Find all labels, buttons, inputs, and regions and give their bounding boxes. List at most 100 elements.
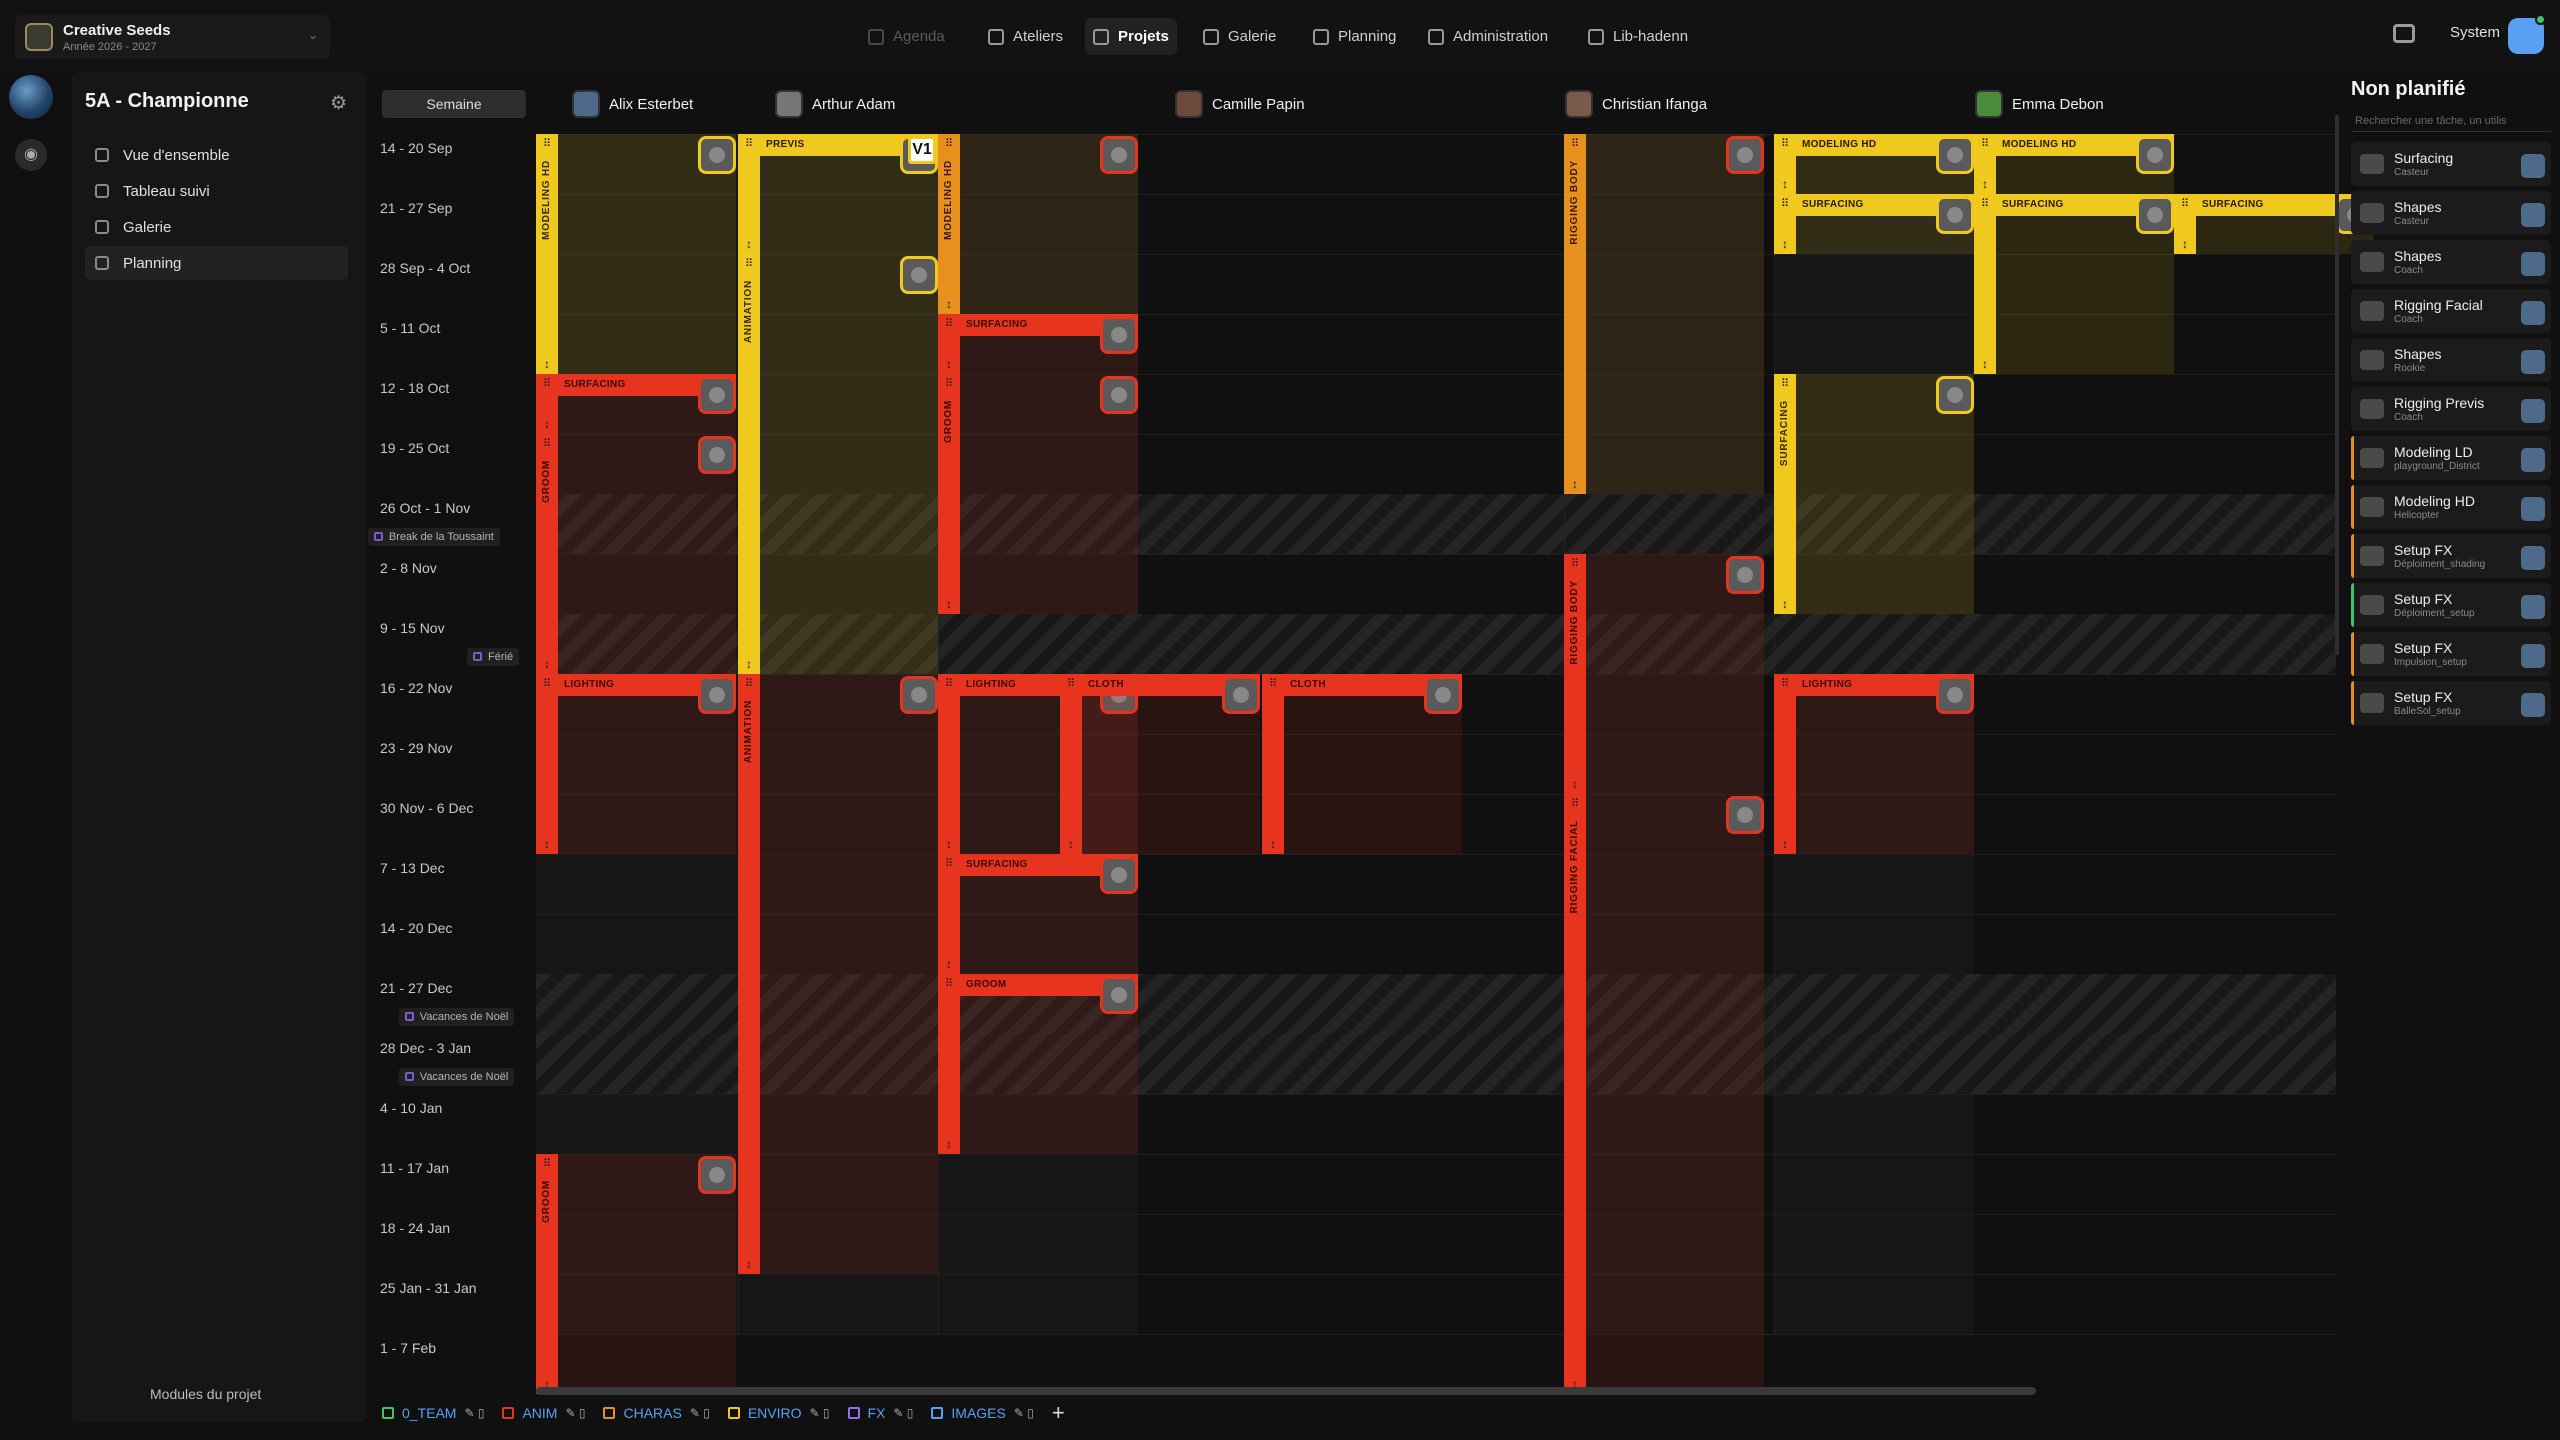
unplanned-task-card[interactable]: Setup FX Déploiment_setup (2351, 583, 2551, 627)
task-thumbnail[interactable] (1424, 676, 1462, 714)
drag-handle-icon[interactable]: ⠿ (1569, 798, 1581, 810)
unplanned-task-card[interactable]: Setup FX Impulsion_setup (2351, 632, 2551, 676)
resize-handle-icon[interactable]: ↕ (2179, 238, 2191, 250)
module-tab[interactable]: ANIM ✎ ▯ (502, 1405, 585, 1421)
sidebar-item-tableau-suivi[interactable]: Tableau suivi (85, 174, 348, 208)
nav-ateliers[interactable]: Ateliers (980, 18, 1071, 55)
resize-handle-icon[interactable]: ↕ (943, 598, 955, 610)
task-thumbnail[interactable] (698, 136, 736, 174)
unplanned-task-card[interactable]: Shapes Rookie (2351, 338, 2551, 382)
task-thumbnail[interactable] (1100, 136, 1138, 174)
task-thumbnail[interactable] (698, 676, 736, 714)
task-bar[interactable]: ⠿ ↕ ANIMATION (738, 674, 938, 1274)
drag-handle-icon[interactable]: ⠿ (1979, 198, 1991, 210)
nav-administration[interactable]: Administration (1420, 18, 1556, 55)
task-thumbnail[interactable] (1936, 376, 1974, 414)
resize-handle-icon[interactable]: ↕ (1569, 778, 1581, 790)
drag-handle-icon[interactable]: ⠿ (541, 438, 553, 450)
task-thumbnail[interactable] (698, 1156, 736, 1194)
unplanned-task-card[interactable]: Setup FX BalleSol_setup (2351, 681, 2551, 725)
resize-handle-icon[interactable]: ↕ (1267, 838, 1279, 850)
drag-handle-icon[interactable]: ⠿ (743, 138, 755, 150)
nav-projets[interactable]: Projets (1085, 18, 1177, 55)
edit-icon[interactable]: ✎ ▯ (1014, 1406, 1034, 1420)
task-thumbnail[interactable] (900, 676, 938, 714)
task-thumbnail[interactable] (1100, 376, 1138, 414)
task-thumbnail[interactable] (2136, 196, 2174, 234)
edit-icon[interactable]: ✎ ▯ (810, 1406, 830, 1420)
resize-handle-icon[interactable]: ↕ (743, 658, 755, 670)
task-thumbnail[interactable] (698, 436, 736, 474)
horizontal-scrollbar[interactable] (536, 1387, 2036, 1395)
drag-handle-icon[interactable]: ⠿ (1779, 198, 1791, 210)
resize-handle-icon[interactable]: ↕ (743, 238, 755, 250)
task-thumbnail[interactable] (1936, 196, 1974, 234)
sidebar-item-vue-d-ensemble[interactable]: Vue d'ensemble (85, 138, 348, 172)
unplanned-task-card[interactable]: Rigging Facial Coach (2351, 289, 2551, 333)
settings-gear-icon[interactable]: ⚙ (330, 92, 347, 115)
sidebar-item-planning[interactable]: Planning (85, 246, 348, 280)
resize-handle-icon[interactable]: ↕ (1779, 238, 1791, 250)
module-tab[interactable]: IMAGES ✎ ▯ (931, 1405, 1034, 1421)
view-selector[interactable]: Semaine (382, 90, 526, 118)
nav-planning[interactable]: Planning (1305, 18, 1404, 55)
explore-icon[interactable]: ◉ (15, 139, 47, 171)
task-thumbnail[interactable] (900, 256, 938, 294)
resize-handle-icon[interactable]: ↕ (1979, 178, 1991, 190)
resize-handle-icon[interactable]: ↕ (1569, 478, 1581, 490)
drag-handle-icon[interactable]: ⠿ (1779, 138, 1791, 150)
task-thumbnail[interactable] (1936, 136, 1974, 174)
resize-handle-icon[interactable]: ↕ (1779, 598, 1791, 610)
unplanned-task-card[interactable]: Rigging Previs Coach (2351, 387, 2551, 431)
unplanned-task-card[interactable]: Modeling HD Helicopter (2351, 485, 2551, 529)
drag-handle-icon[interactable]: ⠿ (1065, 678, 1077, 690)
task-thumbnail[interactable] (1726, 796, 1764, 834)
resize-handle-icon[interactable]: ↕ (943, 1138, 955, 1150)
task-thumbnail[interactable] (1726, 556, 1764, 594)
resize-handle-icon[interactable]: ↕ (743, 1258, 755, 1270)
drag-handle-icon[interactable]: ⠿ (943, 378, 955, 390)
task-thumbnail[interactable] (1100, 856, 1138, 894)
project-avatar[interactable] (9, 75, 53, 119)
task-thumbnail[interactable] (698, 376, 736, 414)
resize-handle-icon[interactable]: ↕ (1979, 358, 1991, 370)
task-thumbnail[interactable] (1100, 316, 1138, 354)
resize-handle-icon[interactable]: ↕ (943, 838, 955, 850)
edit-icon[interactable]: ✎ ▯ (464, 1406, 484, 1420)
task-bar[interactable]: ⠿ ↕ RIGGING FACIAL (1564, 794, 1764, 1394)
drag-handle-icon[interactable]: ⠿ (1267, 678, 1279, 690)
drag-handle-icon[interactable]: ⠿ (541, 378, 553, 390)
unplanned-task-card[interactable]: Shapes Casteur (2351, 191, 2551, 235)
drag-handle-icon[interactable]: ⠿ (541, 678, 553, 690)
task-thumbnail[interactable] (2136, 136, 2174, 174)
task-bar[interactable]: ⠿ ↕ ANIMATION (738, 254, 938, 674)
drag-handle-icon[interactable]: ⠿ (2179, 198, 2191, 210)
resize-handle-icon[interactable]: ↕ (541, 658, 553, 670)
module-tab[interactable]: 0_TEAM ✎ ▯ (382, 1405, 484, 1421)
resize-handle-icon[interactable]: ↕ (943, 958, 955, 970)
drag-handle-icon[interactable]: ⠿ (1979, 138, 1991, 150)
edit-icon[interactable]: ✎ ▯ (690, 1406, 710, 1420)
task-bar[interactable]: ⠿ ↕ RIGGING BODY (1564, 134, 1764, 494)
studio-selector[interactable]: Creative Seeds Année 2026 - 2027 ⌄ (15, 15, 330, 59)
drag-handle-icon[interactable]: ⠿ (943, 138, 955, 150)
unplanned-task-card[interactable]: Shapes Coach (2351, 240, 2551, 284)
resize-handle-icon[interactable]: ↕ (943, 358, 955, 370)
resize-handle-icon[interactable]: ↕ (1779, 178, 1791, 190)
unplanned-search-input[interactable]: Rechercher une tâche, un utilis (2351, 110, 2551, 132)
unplanned-task-card[interactable]: Modeling LD playground_District (2351, 436, 2551, 480)
drag-handle-icon[interactable]: ⠿ (943, 678, 955, 690)
resize-handle-icon[interactable]: ↕ (541, 358, 553, 370)
resize-handle-icon[interactable]: ↕ (943, 298, 955, 310)
drag-handle-icon[interactable]: ⠿ (541, 138, 553, 150)
drag-handle-icon[interactable]: ⠿ (1779, 378, 1791, 390)
drag-handle-icon[interactable]: ⠿ (943, 858, 955, 870)
project-modules-link[interactable]: Modules du projet (150, 1386, 261, 1402)
drag-handle-icon[interactable]: ⠿ (943, 318, 955, 330)
resize-handle-icon[interactable]: ↕ (1065, 838, 1077, 850)
drag-handle-icon[interactable]: ⠿ (1569, 558, 1581, 570)
edit-icon[interactable]: ✎ ▯ (565, 1406, 585, 1420)
drag-handle-icon[interactable]: ⠿ (1779, 678, 1791, 690)
module-tab[interactable]: FX ✎ ▯ (847, 1405, 913, 1421)
nav-agenda[interactable]: Agenda (860, 18, 953, 55)
